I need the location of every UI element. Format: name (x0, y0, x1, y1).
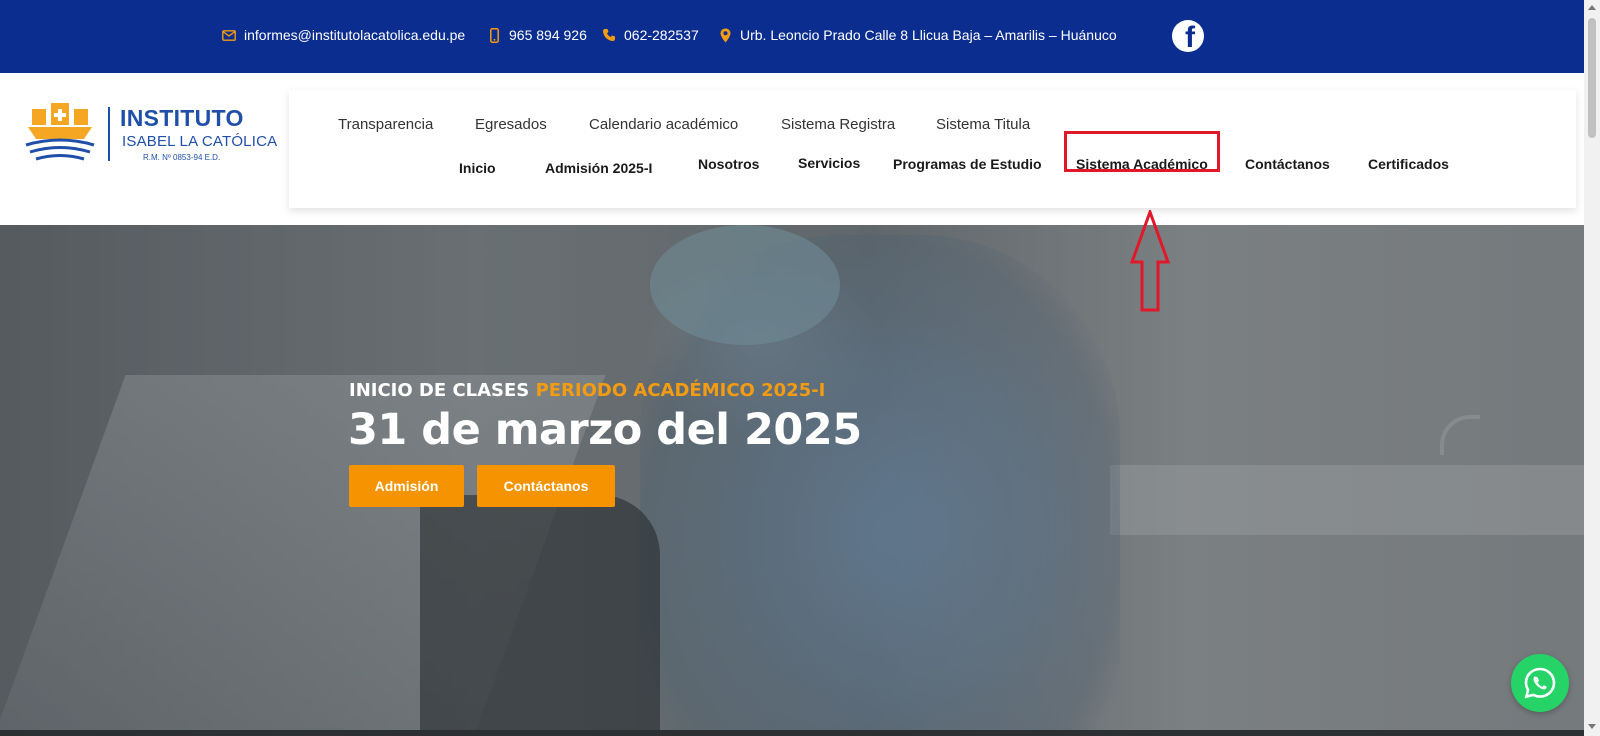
scroll-down-icon[interactable] (1588, 724, 1596, 729)
phone-icon (602, 27, 616, 43)
phone-contact[interactable]: 062-282537 (602, 27, 699, 43)
email-contact[interactable]: informes@institutolacatolica.edu.pe (222, 27, 465, 43)
nav-servicios[interactable]: Servicios (798, 155, 860, 171)
bottom-strip (0, 730, 1584, 736)
hero-banner: INICIO DE CLASES PERIODO ACADÉMICO 2025-… (0, 225, 1584, 730)
nav-inicio[interactable]: Inicio (459, 160, 496, 176)
highlight-box (1064, 131, 1220, 172)
address-text: Urb. Leoncio Prado Calle 8 Llicua Baja –… (740, 27, 1117, 43)
page-scrollbar[interactable] (1584, 0, 1600, 736)
mobile-contact[interactable]: 965 894 926 (487, 27, 587, 43)
contactanos-button[interactable]: Contáctanos (477, 465, 615, 507)
location-pin-icon (718, 27, 732, 43)
mobile-text[interactable]: 965 894 926 (509, 27, 587, 43)
site-header: INSTITUTO ISABEL LA CATÓLICA R.M. Nº 085… (0, 73, 1584, 225)
whatsapp-icon[interactable] (1511, 654, 1569, 712)
hero-tag-orange: PERIODO ACADÉMICO 2025-I (535, 380, 826, 401)
envelope-icon (222, 27, 236, 43)
nav-admision[interactable]: Admisión 2025-I (545, 160, 652, 176)
hero-tagline: INICIO DE CLASES PERIODO ACADÉMICO 2025-… (349, 380, 825, 401)
nav-egresados[interactable]: Egresados (475, 116, 547, 133)
ships-emblem-icon (25, 103, 95, 161)
logo-subtitle: ISABEL LA CATÓLICA (122, 133, 278, 150)
logo-title: INSTITUTO (120, 105, 244, 131)
mobile-icon (487, 27, 501, 43)
address-contact: Urb. Leoncio Prado Calle 8 Llicua Baja –… (718, 27, 1117, 43)
scroll-thumb[interactable] (1588, 18, 1596, 138)
admision-button[interactable]: Admisión (349, 465, 464, 507)
nav-contactanos[interactable]: Contáctanos (1245, 156, 1330, 172)
hero-tag-white: INICIO DE CLASES (349, 380, 530, 401)
email-text[interactable]: informes@institutolacatolica.edu.pe (244, 27, 465, 43)
hero-date: 31 de marzo del 2025 (348, 405, 862, 455)
annotation-arrow-icon (1129, 210, 1171, 312)
nav-nosotros[interactable]: Nosotros (698, 156, 759, 172)
top-contact-bar: informes@institutolacatolica.edu.pe 965 … (0, 0, 1584, 73)
nav-card: Transparencia Egresados Calendario acadé… (289, 90, 1576, 208)
phone-text[interactable]: 062-282537 (624, 27, 699, 43)
nav-sistema-titula[interactable]: Sistema Titula (936, 116, 1030, 133)
nav-calendario[interactable]: Calendario académico (589, 116, 738, 133)
nav-programas[interactable]: Programas de Estudio (893, 156, 1042, 172)
nav-sistema-registra[interactable]: Sistema Registra (781, 116, 895, 133)
logo-divider (108, 107, 110, 161)
nav-certificados[interactable]: Certificados (1368, 156, 1449, 172)
facebook-icon[interactable]: f (1172, 20, 1204, 52)
institute-logo[interactable]: INSTITUTO ISABEL LA CATÓLICA R.M. Nº 085… (24, 97, 277, 173)
hero-overlay (0, 225, 1584, 730)
scroll-up-icon[interactable] (1588, 5, 1596, 10)
nav-transparencia[interactable]: Transparencia (338, 116, 433, 133)
logo-resolution: R.M. Nº 0853-94 E.D. (143, 153, 221, 162)
